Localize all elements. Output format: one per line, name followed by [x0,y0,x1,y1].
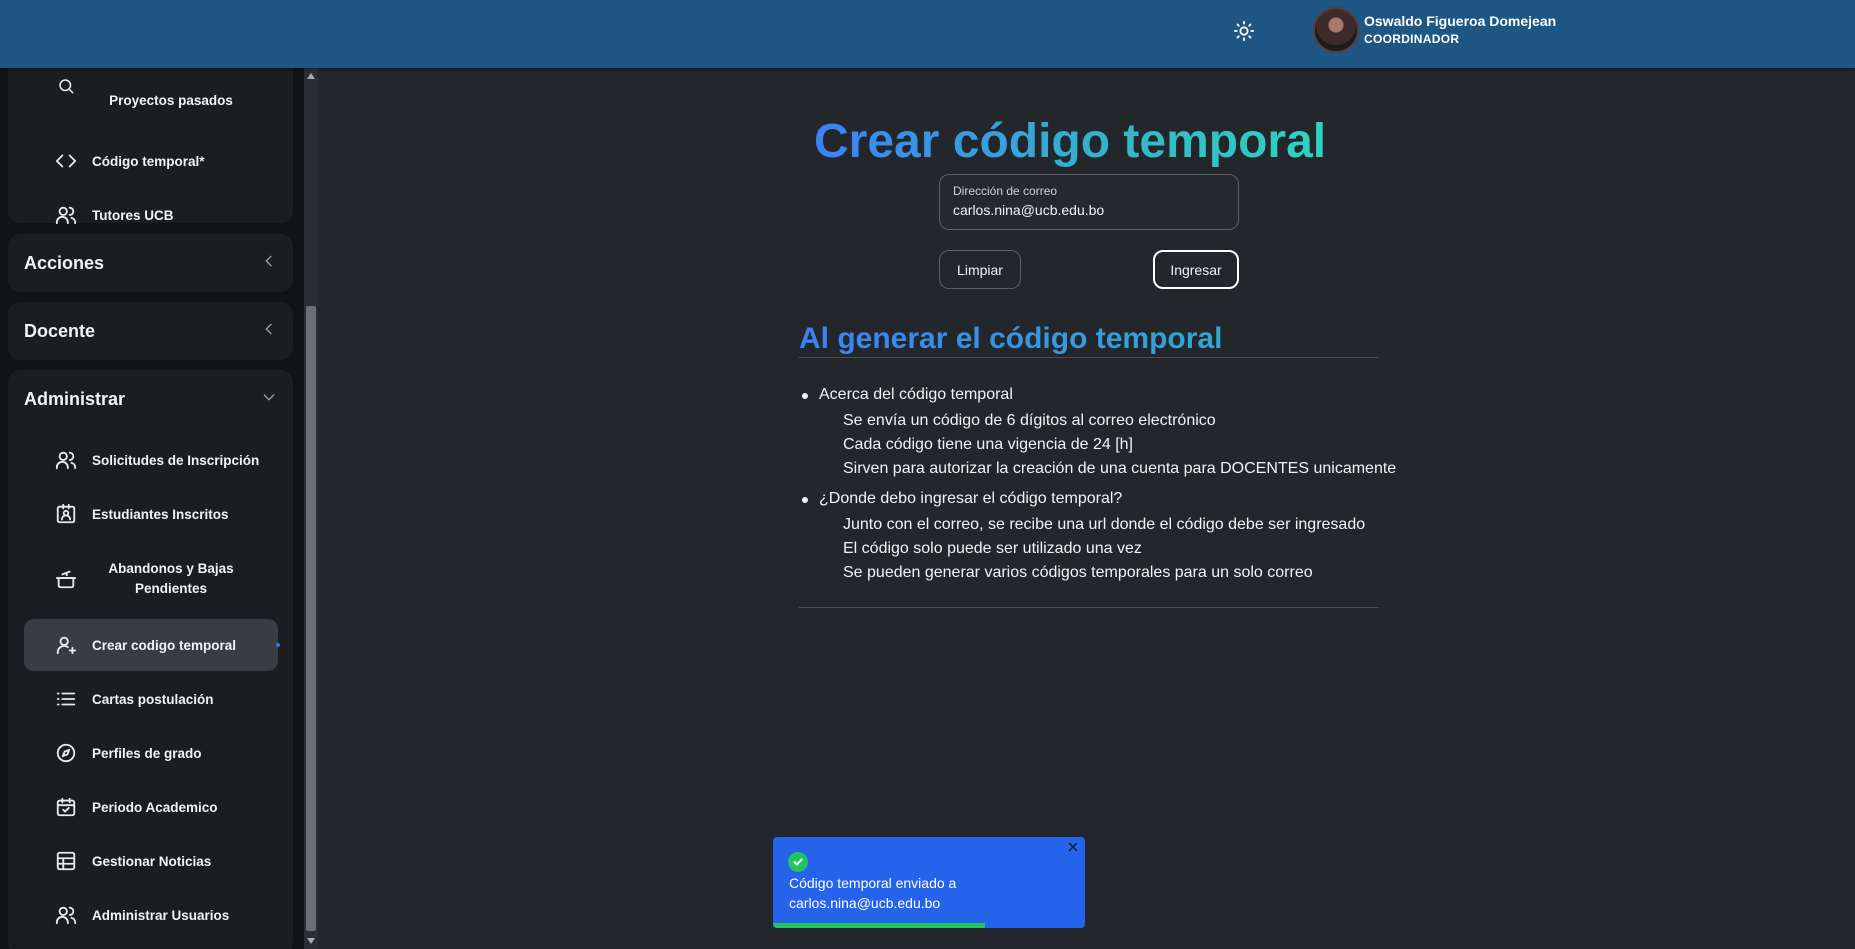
info-line: Se pueden generar varios códigos tempora… [843,564,1313,581]
sidebar-item-proyectos-pasados[interactable]: Proyectos pasados [24,68,278,120]
compass-icon [54,741,78,765]
sidebar-item-label: Código temporal* [92,153,205,169]
info-line: Se envía un código de 6 dígitos al corre… [843,412,1216,429]
id-badge-icon [54,502,78,526]
email-field-label: Dirección de correo [953,184,1058,198]
users-icon [54,203,78,227]
info-group: ¿Donde debo ingresar el código temporal?… [799,489,1399,585]
info-line: El código solo puede ser utilizado una v… [843,540,1142,557]
users-icon [54,903,78,927]
user-plus-icon [54,633,78,657]
calendar-check-icon [54,795,78,819]
section-administrar[interactable]: Administrar [8,370,293,428]
info-title: Al generar el código temporal [799,322,1223,355]
sidebar-item-label: Cartas postulación [92,691,214,707]
section-title: Administrar [24,388,126,409]
sidebar-item-label: Periodo Academico [92,799,218,815]
top-navbar: Oswaldo Figueroa Domejean COORDINADOR [0,0,1855,68]
sidebar-scrollbar[interactable] [304,68,318,949]
sidebar-item-label: Crear codigo temporal [92,637,237,653]
info-line: Cada código tiene una vigencia de 24 [h] [843,436,1133,453]
clear-button[interactable]: Limpiar [939,250,1021,289]
divider [799,607,1379,608]
user-avatar[interactable] [1313,7,1359,53]
sidebar-item-solicitudes-inscripcion[interactable]: Solicitudes de Inscripción [24,434,278,486]
toast-message: Código temporal enviado a carlos.nina@uc… [789,875,957,911]
email-field[interactable]: Dirección de correo [939,174,1239,230]
info-question: ¿Donde debo ingresar el código temporal? [819,490,1123,507]
close-icon[interactable] [1065,839,1081,855]
sidebar-item-label: Perfiles de grado [92,745,202,761]
scrollbar-thumb[interactable] [306,306,316,931]
active-indicator [276,643,280,647]
info-list: Acerca del código temporal Se envía un c… [799,385,1399,593]
section-docente[interactable]: Docente [8,302,293,360]
sidebar-item-label: Gestionar Noticias [92,853,212,869]
toast-progress-bar [773,923,986,928]
page-title: Crear código temporal [814,115,1327,168]
check-circle-icon [788,852,808,872]
pot-icon [54,567,78,591]
info-line: Sirven para autorizar la creación de una… [843,460,1397,477]
user-role: COORDINADOR [1364,32,1460,46]
sidebar-item-label: Proyectos pasados [109,93,233,108]
sidebar-item-label: Estudiantes Inscritos [92,506,229,522]
info-question: Acerca del código temporal [819,386,1013,403]
sidebar-panel-administrar: Administrar Solicitudes de Inscripción E… [8,370,293,949]
sidebar-item-gestionar-noticias[interactable]: Gestionar Noticias [24,835,278,887]
sidebar-item-codigo-temporal[interactable]: Código temporal* [24,135,278,187]
sidebar-item-administrar-usuarios[interactable]: Administrar Usuarios [24,889,278,941]
sidebar-item-abandonos-bajas[interactable]: Abandonos y Bajas Pendientes [24,550,278,608]
sidebar-item-crear-codigo-temporal[interactable]: Crear codigo temporal [24,619,280,671]
chevron-left-icon [261,321,277,342]
scroll-up-arrow-icon[interactable] [304,68,318,84]
sidebar-item-label: Abandonos y Bajas Pendientes [108,561,234,596]
toast-notification: Código temporal enviado a carlos.nina@uc… [773,837,1085,928]
users-icon [54,448,78,472]
info-group: Acerca del código temporal Se envía un c… [799,385,1399,481]
user-name[interactable]: Oswaldo Figueroa Domejean [1364,13,1556,29]
sidebar-item-estudiantes-inscritos[interactable]: Estudiantes Inscritos [24,488,278,540]
email-input[interactable] [953,202,1223,218]
sidebar-item-label: Solicitudes de Inscripción [92,452,260,468]
chevron-down-icon [261,389,277,410]
sidebar-panel-top: Proyectos pasados Código temporal* Tutor… [8,68,293,225]
sidebar-item-perfiles-grado[interactable]: Perfiles de grado [24,727,278,779]
scroll-down-arrow-icon[interactable] [304,933,318,949]
theme-toggle-sun-icon[interactable] [1229,16,1259,46]
code-icon [54,149,78,173]
search-icon [54,74,78,98]
sidebar-item-label: Administrar Usuarios [92,907,230,923]
sidebar: Proyectos pasados Código temporal* Tutor… [0,68,304,949]
submit-button[interactable]: Ingresar [1153,250,1239,289]
list-icon [54,687,78,711]
divider [799,357,1379,358]
sidebar-item-cartas-postulacion[interactable]: Cartas postulación [24,673,278,725]
chevron-left-icon [261,253,277,274]
section-title: Docente [24,320,96,341]
section-acciones[interactable]: Acciones [8,234,293,292]
table-icon [54,849,78,873]
section-title: Acciones [24,252,105,273]
info-line: Junto con el correo, se recibe una url d… [843,516,1366,533]
sidebar-item-periodo-academico[interactable]: Periodo Academico [24,781,278,833]
sidebar-item-label: Tutores UCB [92,207,174,223]
